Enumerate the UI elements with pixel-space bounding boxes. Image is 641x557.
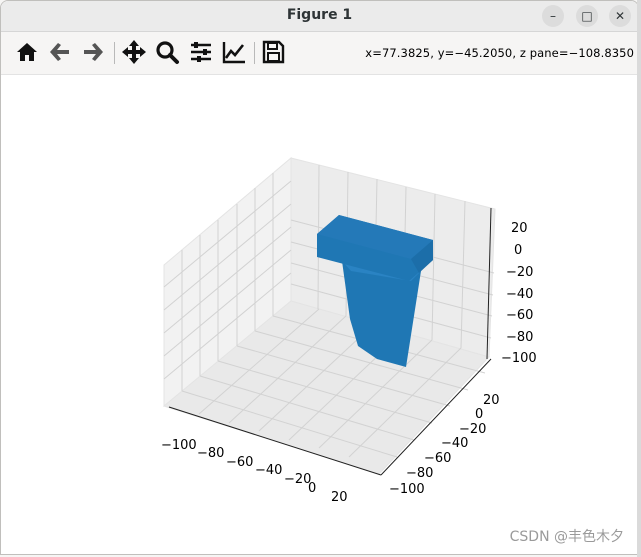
save-button[interactable] [259, 38, 287, 66]
x-tick-label: 0 [308, 481, 316, 496]
x-tick-label: −80 [197, 446, 224, 461]
maximize-icon: □ [581, 9, 593, 23]
watermark: CSDN @丰色木夕 [509, 529, 624, 545]
plot-canvas[interactable]: −100 −80 −60 −40 −20 0 20 −100 −80 −60 −… [1, 75, 638, 554]
minimize-button[interactable]: – [542, 5, 564, 27]
arrow-right-icon [84, 43, 103, 61]
subplots-button[interactable] [187, 38, 215, 66]
navigation-toolbar: x=77.3825, y=−45.2050, z pane=−108.8350 [1, 32, 638, 75]
z-tick-label: 20 [511, 221, 528, 236]
maximize-button[interactable]: □ [576, 5, 598, 27]
figure-window: Figure 1 – □ ✕ x=77.3825, y=−45.2050, z … [0, 0, 639, 555]
background-window-edge [637, 0, 641, 557]
y-tick-label: −60 [424, 451, 451, 466]
x-tick-label: −60 [226, 455, 253, 470]
close-button[interactable]: ✕ [609, 5, 631, 27]
toolbar-separator [114, 42, 115, 64]
title-bar: Figure 1 – □ ✕ [1, 1, 638, 32]
y-tick-label: 20 [483, 393, 500, 408]
home-icon [17, 43, 37, 61]
z-tick-label: −80 [506, 330, 533, 345]
floppy-disk-icon [262, 40, 285, 64]
back-button[interactable] [46, 38, 74, 66]
toolbar-separator [254, 42, 255, 64]
pan-button[interactable] [120, 38, 148, 66]
z-tick-label: −60 [506, 308, 533, 323]
move-icon [122, 40, 146, 64]
z-tick-labels: 20 0 −20 −40 −60 −80 −100 [501, 221, 537, 366]
y-tick-label: −20 [459, 422, 486, 437]
y-tick-label: −40 [441, 436, 468, 451]
y-tick-label: −80 [406, 466, 433, 481]
magnifier-icon [156, 41, 179, 64]
axes-edit-button[interactable] [220, 38, 248, 66]
x-tick-label: −40 [255, 463, 282, 478]
cursor-coordinates: x=77.3825, y=−45.2050, z pane=−108.8350 [365, 46, 634, 60]
forward-button[interactable] [79, 38, 107, 66]
y-tick-label: −100 [389, 482, 425, 497]
x-tick-label: −100 [161, 438, 197, 453]
minimize-icon: – [550, 9, 556, 23]
home-button[interactable] [13, 38, 41, 66]
z-tick-label: −40 [506, 287, 533, 302]
sliders-icon [191, 42, 211, 62]
z-tick-label: −100 [501, 351, 537, 366]
close-icon: ✕ [614, 9, 626, 23]
z-tick-label: −20 [506, 265, 533, 280]
x-tick-label: 20 [331, 490, 348, 505]
zoom-button[interactable] [153, 38, 181, 66]
arrow-left-icon [50, 43, 69, 61]
line-chart-icon [222, 42, 245, 64]
z-tick-label: 0 [514, 243, 522, 258]
y-tick-label: 0 [475, 407, 483, 422]
axes-3d[interactable]: −100 −80 −60 −40 −20 0 20 −100 −80 −60 −… [1, 75, 638, 554]
